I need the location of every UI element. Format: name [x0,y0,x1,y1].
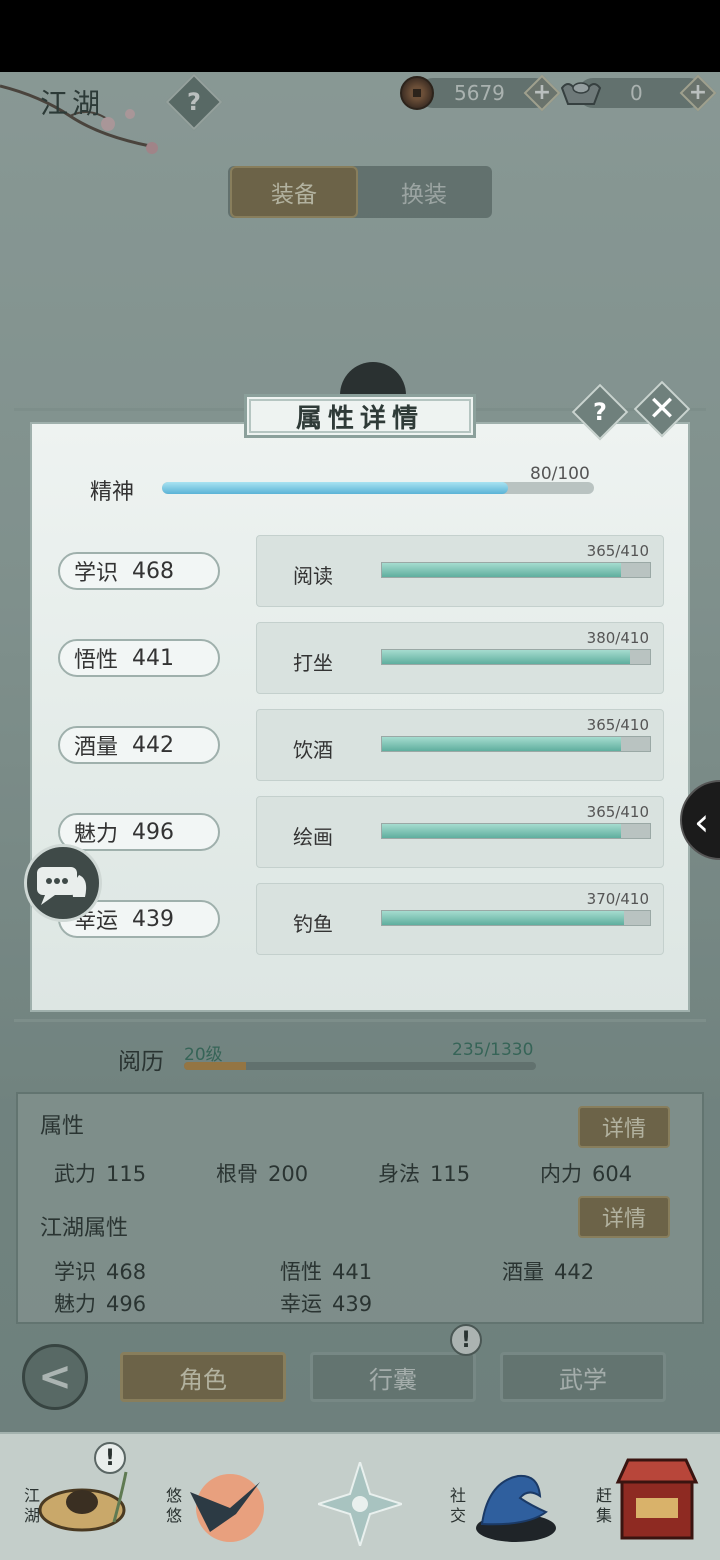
activity-label: 饮酒 [293,738,333,762]
stat-name: 学识 [74,561,119,586]
activity-label: 钓鱼 [293,912,333,936]
stat-pill: 悟性 441 [58,639,220,677]
jianghu-alert-icon: ! [94,1442,126,1474]
activity-row: 饮酒 365/410 [256,709,664,781]
straw-hat-icon [38,1471,128,1532]
activity-label: 绘画 [293,825,333,849]
modal-title: 属性详情 [244,394,476,438]
status-bar [0,0,720,72]
nav-label: 江湖 [23,1486,40,1525]
nav-label: 悠悠 [165,1486,182,1525]
stat-pill: 学识 468 [58,552,220,590]
activity-progress-fill [382,563,621,577]
compass-star-icon[interactable] [318,1462,402,1546]
activity-value: 380/410 [586,629,649,647]
activity-value: 365/410 [586,542,649,560]
nav-label: 赶集 [595,1486,612,1525]
activity-row: 阅读 365/410 [256,535,664,607]
nav-social[interactable]: 社交 [440,1442,560,1550]
chat-icon [37,867,87,905]
stat-pill: 魅力 496 [58,813,220,851]
stat-name: 魅力 [74,822,119,847]
stat-value: 441 [132,645,175,671]
activity-progress-fill [382,824,621,838]
chat-button[interactable] [24,844,102,922]
activity-progress-bar [381,823,651,839]
stat-pill: 酒量 442 [58,726,220,764]
stat-value: 468 [132,558,175,584]
activity-label: 打坐 [293,651,333,675]
activity-value: 365/410 [586,716,649,734]
activity-progress-bar [381,649,651,665]
activity-row: 打坐 380/410 [256,622,664,694]
spirit-bar-fill [162,482,508,494]
stat-value: 496 [132,819,175,845]
activity-progress-bar [381,910,651,926]
spirit-bar [162,482,594,494]
spirit-value: 80/100 [530,464,590,484]
chevron-left-icon: ‹ [694,800,710,844]
stat-name: 酒量 [74,735,119,760]
nav-youyou[interactable]: 悠悠 [156,1442,276,1550]
activity-progress-fill [382,911,624,925]
stat-name: 悟性 [74,648,119,673]
activity-progress-bar [381,736,651,752]
spirit-label: 精神 [90,480,135,505]
market-stall-icon [615,1458,699,1540]
stat-value: 442 [132,732,175,758]
activity-row: 绘画 365/410 [256,796,664,868]
activity-label: 阅读 [293,564,333,588]
stat-value: 439 [132,906,175,932]
activity-progress-fill [382,737,621,751]
nav-jianghu[interactable]: 江湖 ! [14,1442,134,1550]
nav-market[interactable]: 赶集 [586,1442,706,1550]
wave-icon [476,1474,556,1542]
activity-value: 370/410 [586,890,649,908]
activity-progress-bar [381,562,651,578]
activity-value: 365/410 [586,803,649,821]
help-icon: ? [593,398,607,426]
activity-row: 钓鱼 370/410 [256,883,664,955]
nav-label: 社交 [449,1486,466,1525]
close-icon: ✕ [647,389,677,429]
swallow-icon [190,1474,264,1542]
activity-progress-fill [382,650,631,664]
